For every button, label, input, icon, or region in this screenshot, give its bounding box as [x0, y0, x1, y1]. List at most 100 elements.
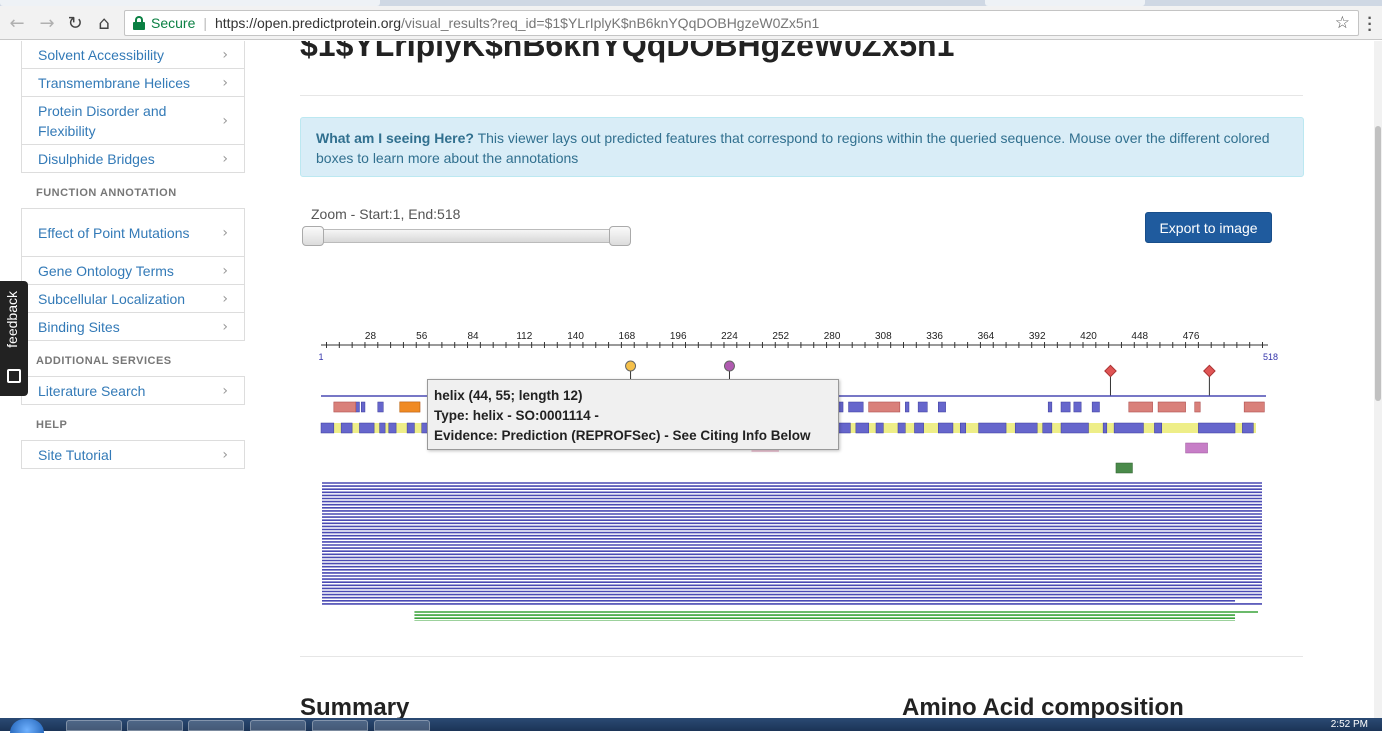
browser-menu-icon[interactable]: · · · [1365, 11, 1375, 39]
feature-strand[interactable] [1091, 401, 1100, 413]
ruler-tick-label: 196 [670, 331, 687, 342]
feature-helix[interactable] [1128, 401, 1153, 413]
sidebar-item-subcellular-localization[interactable]: Subcellular Localization › [21, 285, 245, 313]
feature-region[interactable] [978, 422, 1007, 434]
feature-helix[interactable] [333, 401, 357, 413]
taskbar-app[interactable] [66, 720, 122, 731]
chevron-right-icon: › [222, 224, 228, 241]
feature-region[interactable] [340, 422, 353, 434]
feature-helix-highlighted[interactable] [399, 401, 421, 413]
lock-icon [133, 16, 145, 30]
taskbar-app[interactable] [127, 720, 183, 731]
page-title: $1$YLrIplyK$nB6knYQqDOBHgzeW0Zx5n1 [300, 41, 955, 63]
info-heading: What am I seeing Here? [316, 130, 474, 146]
sidebar-item-transmembrane-helices[interactable]: Transmembrane Helices › [21, 69, 245, 97]
feature-region[interactable] [1242, 422, 1254, 434]
sidebar-item-binding-sites[interactable]: Binding Sites › [21, 313, 245, 341]
feature-pin-head[interactable] [1104, 364, 1117, 378]
feature-tooltip: helix (44, 55; length 12) Type: helix - … [427, 379, 839, 450]
feature-strand[interactable] [355, 401, 360, 413]
tooltip-title: helix (44, 55; length 12) [434, 388, 583, 403]
page-scrollbar[interactable] [1374, 41, 1382, 718]
export-to-image-button[interactable]: Export to image [1145, 212, 1272, 243]
feature-pin-head[interactable] [1203, 364, 1216, 378]
feature-region[interactable] [379, 422, 386, 434]
sidebar-item-gene-ontology-terms[interactable]: Gene Ontology Terms › [21, 257, 245, 285]
reload-icon[interactable]: ↻ [64, 11, 86, 35]
feature-region[interactable] [897, 422, 906, 434]
taskbar-app[interactable] [188, 720, 244, 731]
bookmark-star-icon[interactable]: ☆ [1335, 13, 1350, 33]
sidebar-item-label: Transmembrane Helices [38, 74, 190, 91]
feature-region[interactable] [388, 422, 397, 434]
feature-pin-head[interactable] [625, 360, 637, 372]
back-icon[interactable]: ← [6, 11, 28, 35]
feature-region[interactable] [359, 422, 375, 434]
feature-helix[interactable] [1194, 401, 1201, 413]
sidebar-item-solvent-accessibility[interactable]: Solvent Accessibility › [21, 41, 245, 69]
feature-region[interactable] [1042, 422, 1053, 434]
feedback-button[interactable]: feedback [0, 281, 28, 396]
ruler-tick-label: 448 [1131, 331, 1148, 342]
os-taskbar: 2:52 PM [0, 718, 1382, 733]
zoom-slider-track[interactable] [308, 229, 624, 243]
feature-helix[interactable] [1157, 401, 1186, 413]
chevron-right-icon: › [222, 112, 228, 129]
feature-region[interactable] [938, 422, 954, 434]
chevron-right-icon: › [222, 46, 228, 63]
help-header: HELP [36, 419, 68, 431]
sidebar-item-site-tutorial[interactable]: Site Tutorial › [21, 441, 245, 469]
sidebar-item-disulphide-bridges[interactable]: Disulphide Bridges › [21, 145, 245, 173]
feature-pin-head[interactable] [723, 360, 735, 372]
chevron-right-icon: › [222, 150, 228, 167]
forward-icon[interactable]: → [36, 11, 58, 35]
taskbar-app[interactable] [250, 720, 306, 731]
sidebar-item-literature-search[interactable]: Literature Search › [21, 377, 245, 405]
feature-region[interactable] [1198, 422, 1236, 434]
feature-strand[interactable] [377, 401, 384, 413]
home-icon[interactable]: ⌂ [93, 11, 115, 35]
feature-helix[interactable] [1243, 401, 1265, 413]
feature-strand[interactable] [848, 401, 864, 413]
feature-region[interactable] [1185, 442, 1208, 454]
feature-region[interactable] [855, 422, 869, 434]
sidebar-item-label: Solvent Accessibility [38, 46, 165, 63]
zoom-slider-start-handle[interactable] [302, 226, 324, 246]
feature-strand[interactable] [1060, 401, 1071, 413]
zoom-slider-end-handle[interactable] [609, 226, 631, 246]
ruler-tick-label: 280 [824, 331, 841, 342]
feature-region[interactable] [1060, 422, 1089, 434]
feature-region[interactable] [960, 422, 967, 434]
feature-region[interactable] [914, 422, 924, 434]
ruler-tick-label: 56 [416, 331, 428, 342]
feature-region[interactable] [406, 422, 415, 434]
feature-region[interactable] [875, 422, 884, 434]
address-bar[interactable]: Secure | https://open.predictprotein.org… [124, 10, 1359, 36]
feature-region[interactable] [320, 422, 335, 434]
feature-region[interactable] [1102, 422, 1108, 434]
taskbar-app[interactable] [374, 720, 430, 731]
feature-region[interactable] [1014, 422, 1038, 434]
feedback-icon [7, 369, 21, 383]
zoom-slider[interactable] [302, 226, 632, 246]
tooltip-evidence: Evidence: Prediction (REPROFSec) - See C… [434, 428, 811, 443]
feature-strand[interactable] [1073, 401, 1082, 413]
feature-region[interactable] [1115, 462, 1133, 474]
feature-strand[interactable] [938, 401, 946, 413]
sidebar-item-protein-disorder-and-flexibility[interactable]: Protein Disorder and Flexibility › [21, 97, 245, 145]
ruler-tick-label: 392 [1029, 331, 1046, 342]
feature-region[interactable] [1113, 422, 1144, 434]
feature-helix[interactable] [868, 401, 901, 413]
feature-region[interactable] [1154, 422, 1163, 434]
feature-strand[interactable] [917, 401, 928, 413]
sidebar-nav: Solvent Accessibility › Transmembrane Heli… [21, 41, 245, 469]
feature-strand[interactable] [361, 401, 366, 413]
scrollbar-thumb[interactable] [1375, 126, 1381, 401]
feature-strand[interactable] [1047, 401, 1053, 413]
feature-strand[interactable] [905, 401, 910, 413]
zoom-label: Zoom - Start:1, End:518 [311, 206, 461, 222]
taskbar-app[interactable] [312, 720, 368, 731]
feature-viewer[interactable]: 28 56 84 112 140 168 196 224 252 280 308 336 364 392 4… [300, 281, 1300, 621]
ruler-tick-label: 308 [875, 331, 892, 342]
sidebar-item-effect-of-point-mutations[interactable]: Effect of Point Mutations › [21, 209, 245, 257]
